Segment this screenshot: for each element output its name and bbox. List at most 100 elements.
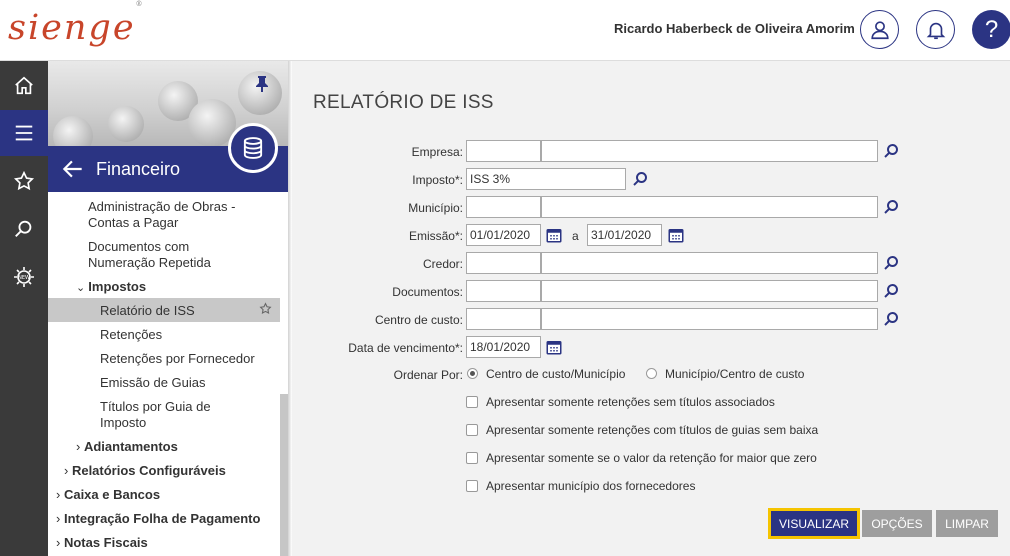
checkbox-municipio-fornecedores[interactable] — [466, 480, 478, 492]
nav-item-label: Notas Fiscais — [63, 535, 148, 550]
nav-item-titulos-guia[interactable]: Títulos por Guia de Imposto — [100, 399, 211, 431]
panel-title: Financeiro — [96, 159, 181, 179]
centro-custo-label: Centro de custo: — [374, 313, 463, 327]
emissao-end-calendar-button[interactable] — [666, 225, 686, 245]
credor-label: Credor: — [422, 257, 463, 271]
order-option-label: Centro de custo/Município — [486, 367, 626, 381]
chevron-right-icon: › — [56, 535, 64, 550]
nav-group-caixa-bancos[interactable]: › Caixa e Bancos — [56, 487, 160, 503]
financeiro-panel: Financeiro Administração de Obras - Conta… — [48, 61, 288, 556]
imposto-input[interactable]: ISS 3% — [466, 168, 626, 190]
checkbox-guias-sem-baixa[interactable] — [466, 424, 478, 436]
nav-group-impostos[interactable]: ⌄ Impostos — [76, 279, 146, 296]
imposto-search-button[interactable] — [630, 169, 650, 189]
panel-scrollbar[interactable] — [280, 394, 288, 556]
opcoes-button[interactable]: OPÇÕES — [862, 510, 932, 537]
user-icon — [870, 20, 889, 39]
nav-item-retencoes[interactable]: Retenções — [100, 327, 162, 343]
emissao-label: Emissão*: — [408, 229, 463, 243]
back-button[interactable] — [60, 156, 86, 187]
documentos-search-button[interactable] — [881, 281, 901, 301]
star-icon — [13, 170, 35, 191]
home-icon — [15, 76, 33, 95]
empresa-label: Empresa: — [411, 145, 463, 159]
nav-item-label: Documentos com — [88, 239, 190, 254]
vencimento-input[interactable]: 18/01/2020 — [466, 336, 541, 358]
documentos-name-input[interactable] — [541, 280, 878, 302]
empresa-search-button[interactable] — [881, 141, 901, 161]
help-button[interactable]: ? — [972, 10, 1010, 49]
municipio-search-button[interactable] — [881, 197, 901, 217]
nav-item-label: Retenções por Fornecedor — [100, 351, 255, 366]
emissao-start-calendar-button[interactable] — [544, 225, 564, 245]
favorite-toggle[interactable] — [259, 302, 272, 319]
nav-item-label: Relatório de ISS — [100, 303, 195, 318]
empresa-name-input[interactable] — [541, 140, 878, 162]
visualizar-button[interactable]: VISUALIZAR — [768, 508, 860, 539]
financeiro-module-badge — [228, 123, 278, 173]
municipio-label: Município: — [408, 201, 463, 215]
centro-custo-search-button[interactable] — [881, 309, 901, 329]
chevron-right-icon: › — [64, 463, 72, 478]
centro-custo-name-input[interactable] — [541, 308, 878, 330]
imposto-label: Imposto*: — [412, 173, 463, 187]
emissao-range-separator: a — [572, 229, 579, 243]
order-radio-centro-custo[interactable] — [467, 368, 478, 379]
sienge-logo[interactable]: sienge® — [8, 0, 145, 48]
rail-favorites[interactable] — [0, 158, 48, 204]
nav-item-label: Emissão de Guias — [100, 375, 206, 390]
coin-decoration — [108, 106, 144, 142]
user-profile-button[interactable] — [860, 10, 899, 49]
order-radio-municipio[interactable] — [646, 368, 657, 379]
search-icon — [884, 200, 898, 214]
pin-icon — [256, 76, 268, 92]
credor-search-button[interactable] — [881, 253, 901, 273]
pin-panel-button[interactable] — [255, 75, 269, 98]
nav-item-relatorio-iss[interactable]: Relatório de ISS — [100, 303, 195, 319]
rail-home[interactable] — [0, 63, 48, 109]
coin-decoration — [53, 116, 93, 146]
nav-item-label: Imposto — [100, 415, 147, 430]
user-name: Ricardo Haberbeck de Oliveira Amorim — [614, 21, 855, 36]
nav-group-relatorios-configuraveis[interactable]: › Relatórios Configuráveis — [64, 463, 226, 479]
empresa-code-input[interactable] — [466, 140, 541, 162]
calendar-icon — [546, 341, 562, 355]
documentos-code-input[interactable] — [466, 280, 541, 302]
emissao-start-input[interactable]: 01/01/2020 — [466, 224, 541, 246]
checkbox-label: Apresentar somente retenções com títulos… — [486, 423, 819, 437]
limpar-button[interactable]: LIMPAR — [936, 510, 998, 537]
order-option-label: Município/Centro de custo — [665, 367, 805, 381]
chevron-right-icon: › — [76, 439, 84, 454]
svg-text:NEW: NEW — [18, 275, 30, 281]
nav-item-retencoes-fornecedor[interactable]: Retenções por Fornecedor — [100, 351, 255, 367]
notifications-button[interactable] — [916, 10, 955, 49]
municipio-name-input[interactable] — [541, 196, 878, 218]
checkbox-label: Apresentar somente retenções sem títulos… — [486, 395, 775, 409]
rail-menu[interactable] — [0, 110, 48, 156]
nav-item-documentos-numeracao[interactable]: Documentos com Numeração Repetida — [88, 239, 211, 271]
nav-item-administracao-obras[interactable]: Administração de Obras - Contas a Pagar — [88, 199, 235, 231]
search-icon — [884, 312, 898, 326]
search-icon — [633, 172, 647, 186]
emissao-end-input[interactable]: 31/01/2020 — [587, 224, 662, 246]
vencimento-calendar-button[interactable] — [544, 337, 564, 357]
nav-group-integracao-folha[interactable]: › Integração Folha de Pagamento — [56, 511, 260, 527]
logo-text: sienge — [8, 8, 136, 48]
nav-group-notas-fiscais[interactable]: › Notas Fiscais — [56, 535, 148, 551]
nav-group-adiantamentos[interactable]: › Adiantamentos — [76, 439, 178, 455]
rail-search[interactable] — [0, 206, 48, 252]
nav-item-label: Impostos — [88, 279, 147, 294]
nav-item-label: Integração Folha de Pagamento — [63, 511, 261, 526]
search-icon — [884, 144, 898, 158]
centro-custo-code-input[interactable] — [466, 308, 541, 330]
search-icon — [15, 220, 32, 237]
credor-name-input[interactable] — [541, 252, 878, 274]
chevron-right-icon: › — [56, 511, 64, 526]
checkbox-label: Apresentar município dos fornecedores — [486, 479, 696, 493]
credor-code-input[interactable] — [466, 252, 541, 274]
checkbox-valor-maior-zero[interactable] — [466, 452, 478, 464]
nav-item-emissao-guias[interactable]: Emissão de Guias — [100, 375, 206, 391]
rail-settings[interactable]: NEW — [0, 254, 48, 300]
municipio-code-input[interactable] — [466, 196, 541, 218]
checkbox-sem-titulos[interactable] — [466, 396, 478, 408]
